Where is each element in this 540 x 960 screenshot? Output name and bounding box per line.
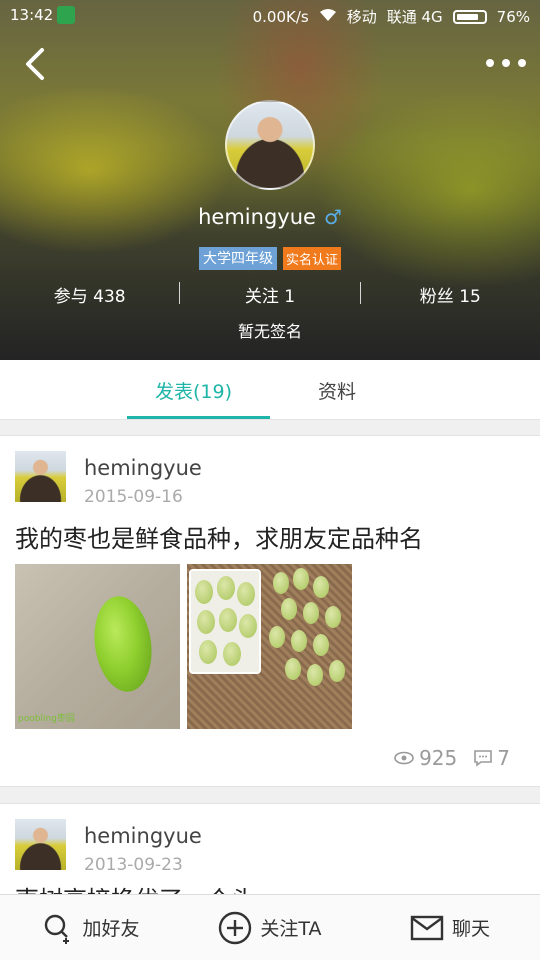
post-card[interactable]: hemingyue 2015-09-16 我的枣也是鲜食品种，求朋友定品种名 p… bbox=[0, 435, 540, 787]
chat-label: 聊天 bbox=[451, 918, 490, 940]
post-card[interactable]: hemingyue 2013-09-23 枣树高接换优了一个头 bbox=[0, 803, 540, 904]
status-bar: 13:42 0.00K/s 移动 联通 4G 76% bbox=[0, 0, 540, 32]
fruit bbox=[329, 660, 345, 682]
notification-icon bbox=[57, 6, 75, 24]
post-image-1[interactable]: poobling枣园 bbox=[15, 564, 180, 729]
wifi-icon bbox=[319, 8, 337, 26]
eye-icon bbox=[394, 751, 414, 765]
fruit bbox=[303, 602, 319, 624]
male-icon: ♂ bbox=[323, 205, 342, 229]
follow-button[interactable]: 关注TA bbox=[180, 895, 360, 960]
fruit bbox=[197, 610, 215, 634]
post-author-avatar[interactable] bbox=[15, 819, 66, 870]
fruit bbox=[273, 572, 289, 594]
profile-avatar bbox=[225, 100, 315, 190]
post-author-name[interactable]: hemingyue bbox=[84, 456, 202, 480]
carrier-1: 移动 bbox=[346, 8, 377, 26]
envelope-icon bbox=[410, 911, 444, 945]
fruit bbox=[223, 642, 241, 666]
profile-signature: 暂无签名 bbox=[237, 322, 302, 341]
jujube-fruit bbox=[88, 592, 158, 696]
post-meta: 925 7 bbox=[393, 746, 510, 770]
post-author-avatar[interactable] bbox=[15, 451, 66, 502]
profile-username: hemingyue bbox=[198, 205, 316, 229]
image-watermark: poobling枣园 bbox=[18, 714, 75, 724]
stat-participate[interactable]: 参与 438 bbox=[0, 282, 179, 307]
fruit bbox=[195, 580, 213, 604]
add-friend-button[interactable]: 加好友 bbox=[0, 895, 180, 960]
add-friend-label: 加好友 bbox=[82, 918, 140, 940]
fruit bbox=[219, 608, 237, 632]
comments[interactable]: 7 bbox=[473, 746, 510, 770]
chevron-left-icon bbox=[26, 48, 44, 80]
fruit bbox=[239, 614, 257, 638]
fruit bbox=[199, 640, 217, 664]
stat-fans[interactable]: 粉丝 15 bbox=[361, 282, 540, 307]
post-author-name[interactable]: hemingyue bbox=[84, 824, 202, 848]
stat-following[interactable]: 关注 1 bbox=[180, 282, 359, 307]
comment-icon bbox=[474, 750, 493, 767]
comments-count: 7 bbox=[497, 746, 510, 770]
post-text[interactable]: 我的枣也是鲜食品种，求朋友定品种名 bbox=[15, 519, 423, 554]
post-image-2[interactable] bbox=[187, 564, 352, 729]
network-speed: 0.00K/s bbox=[252, 7, 309, 26]
fruit bbox=[291, 630, 307, 652]
tab-info[interactable]: 资料 bbox=[318, 377, 356, 404]
fruit bbox=[285, 658, 301, 680]
follow-label: 关注TA bbox=[260, 918, 322, 940]
profile-username-row: hemingyue ♂ bbox=[0, 205, 540, 229]
fruit bbox=[307, 664, 323, 686]
fruit bbox=[269, 626, 285, 648]
back-button[interactable] bbox=[20, 44, 54, 84]
views: 925 bbox=[393, 746, 457, 770]
fruit bbox=[325, 606, 341, 628]
fruit bbox=[281, 598, 297, 620]
tab-bar: 发表(19) 资料 bbox=[0, 360, 540, 420]
profile-stats: 参与 438 关注 1 粉丝 15 bbox=[0, 282, 540, 307]
grade-badge: 大学四年级 bbox=[198, 247, 277, 270]
fruit bbox=[293, 568, 309, 590]
carrier-2: 联通 4G bbox=[386, 8, 443, 26]
bottom-action-bar: 加好友 关注TA 聊天 bbox=[0, 894, 540, 960]
fruit bbox=[237, 582, 255, 606]
fruit bbox=[217, 576, 235, 600]
more-options-button[interactable] bbox=[486, 52, 526, 74]
post-date: 2013-09-23 bbox=[84, 855, 183, 875]
fruit bbox=[313, 634, 329, 656]
battery-level: 76% bbox=[496, 7, 530, 26]
tab-posts[interactable]: 发表(19) bbox=[155, 377, 232, 404]
chat-button[interactable]: 聊天 bbox=[360, 895, 540, 960]
profile-badges: 大学四年级 实名认证 bbox=[0, 247, 540, 270]
fruit bbox=[313, 576, 329, 598]
views-count: 925 bbox=[419, 746, 458, 770]
add-friend-icon bbox=[40, 911, 74, 945]
battery-icon bbox=[452, 9, 487, 24]
tab-active-indicator bbox=[127, 416, 270, 419]
verified-badge: 实名认证 bbox=[282, 247, 341, 270]
plus-circle-icon bbox=[218, 911, 252, 945]
status-time: 13:42 bbox=[10, 6, 54, 24]
post-date: 2015-09-16 bbox=[84, 487, 183, 507]
